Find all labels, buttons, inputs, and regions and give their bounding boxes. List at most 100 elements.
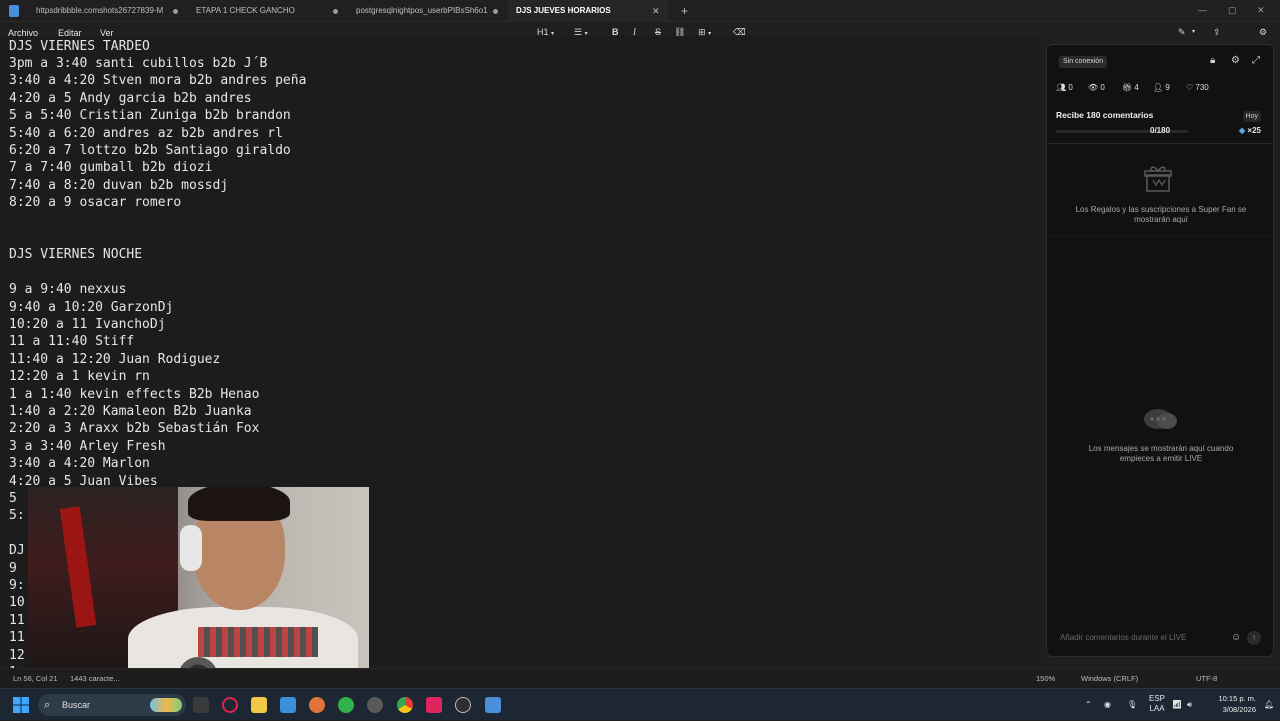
editor-line[interactable]: 5:40 a 6:20 andres az b2b andres rl <box>9 125 283 142</box>
store-app-icon[interactable] <box>280 697 296 713</box>
editor-line[interactable]: 7:40 a 8:20 duvan b2b mossdj <box>9 177 228 194</box>
windows-start-icon[interactable] <box>13 697 29 713</box>
close-icon[interactable]: ✕ <box>652 0 660 22</box>
chat-bubble-icon <box>1144 409 1177 429</box>
github-app-icon[interactable] <box>367 697 383 713</box>
tab-unsaved-dot[interactable] <box>493 9 498 14</box>
lock-icon[interactable]: 🔒︎ <box>1210 55 1215 67</box>
expand-icon[interactable]: ⤢ <box>1252 55 1260 67</box>
editor-line[interactable]: 2:20 a 3 Araxx b2b Sebastián Fox <box>9 420 259 437</box>
editor-line[interactable]: 4:20 a 5 Andy garcia b2b andres <box>9 90 252 107</box>
zoom-level[interactable]: 150% <box>1036 669 1055 689</box>
chevron-down-icon[interactable]: ▾ <box>1192 22 1195 42</box>
taskbar: ⌕ Buscar ⌃ ◉ 🎙︎ ESP LAA 📶︎ 🔊︎ 10:15 p. m… <box>0 688 1280 720</box>
editor-line[interactable]: 1 a 1:40 kevin effects B2b Henao <box>9 386 259 403</box>
tab-label: DJS JUEVES HORARIOS <box>516 6 611 15</box>
pen-icon[interactable]: ✎ <box>1178 22 1186 42</box>
tab-djs-jueves[interactable]: DJS JUEVES HORARIOS <box>508 0 668 22</box>
editor-line[interactable]: 10 <box>9 594 25 611</box>
language-indicator[interactable]: ESP LAA <box>1149 694 1165 714</box>
tab-label: httpsdribbble.comshots26727839-M <box>36 6 164 15</box>
search-highlight-image <box>150 698 182 712</box>
editor-line[interactable]: 3:40 a 4:20 Marlon <box>9 455 150 472</box>
stat-likes: ♡ 730 <box>1186 82 1209 94</box>
media-player-icon[interactable] <box>455 697 471 713</box>
editor-line[interactable]: 6:20 a 7 lottzo b2b Santiago giraldo <box>9 142 291 159</box>
wifi-icon[interactable]: 📶︎ <box>1172 689 1182 721</box>
settings-icon[interactable]: ⚙ <box>1231 55 1240 67</box>
editor-line[interactable]: 11 <box>9 629 25 646</box>
terminal-app-icon[interactable] <box>193 697 209 713</box>
cursor-position: Ln 56, Col 21 <box>13 674 58 683</box>
goal-multiplier-value: ×25 <box>1247 126 1261 135</box>
network-tray-icon[interactable]: ◉ <box>1104 689 1111 721</box>
search-label: Buscar <box>62 700 91 710</box>
microphone-icon[interactable]: 🎙︎ <box>1127 689 1137 721</box>
editor-line[interactable]: 7 a 7:40 gumball b2b diozi <box>9 159 213 176</box>
clock-time: 10:15 p. m. <box>1218 694 1256 703</box>
tiktok-app-icon[interactable] <box>426 697 442 713</box>
new-tab-button[interactable]: + <box>681 0 688 22</box>
tab-etapa[interactable]: ETAPA 1 CHECK GANCHO <box>188 0 338 22</box>
editor-line[interactable]: 11 <box>9 612 25 629</box>
clock[interactable]: 10:15 p. m. 3/08/2026 <box>1208 693 1256 715</box>
editor-line[interactable]: 5 <box>9 490 17 507</box>
webcam-shirt-print <box>198 627 318 657</box>
whatsapp-icon[interactable] <box>338 697 354 713</box>
notification-bell-icon[interactable]: 🔔︎ <box>1264 689 1274 721</box>
line-endings[interactable]: Windows (CRLF) <box>1081 669 1138 689</box>
editor-line[interactable]: 5 a 5:40 Cristian Zuniga b2b brandon <box>9 107 291 124</box>
editor-line[interactable]: 1:40 a 2:20 Kamaleon B2b Juanka <box>9 403 252 420</box>
offline-badge: Sin conexión <box>1059 56 1108 68</box>
emoji-icon[interactable]: ☺ <box>1231 632 1241 644</box>
notepad-app-icon[interactable] <box>485 697 501 713</box>
divider <box>1047 235 1273 236</box>
stat-users: 👥︎ 0 <box>1056 82 1073 94</box>
editor-line[interactable]: 8:20 a 9 osacar romero <box>9 194 181 211</box>
editor-line[interactable]: 9: <box>9 577 25 594</box>
editor-line[interactable]: DJS VIERNES TARDEO <box>9 38 150 55</box>
close-window-button[interactable]: ✕ <box>1257 0 1265 20</box>
editor-line[interactable]: 9:40 a 10:20 GarzonDj <box>9 299 173 316</box>
chevron-up-icon[interactable]: ⌃ <box>1085 689 1092 721</box>
stat-gifts: 🎁︎ 4 <box>1122 82 1139 94</box>
gift-box-icon <box>1144 166 1172 192</box>
goal-today-badge[interactable]: Hoy <box>1242 111 1261 122</box>
volume-icon[interactable]: 🔊︎ <box>1187 689 1192 721</box>
gear-icon[interactable]: ⚙ <box>1259 22 1267 42</box>
clock-date: 3/08/2026 <box>1222 705 1256 714</box>
editor-line[interactable]: 10:20 a 11 IvanchoDj <box>9 316 166 333</box>
editor-line[interactable]: 11 a 11:40 Stiff <box>9 333 134 350</box>
minimize-button[interactable]: — <box>1198 0 1207 20</box>
add-user-icon: 👤︎ <box>1153 83 1164 92</box>
app-sparkle-icon[interactable] <box>309 697 325 713</box>
editor-line[interactable]: 3:40 a 4:20 Stven mora b2b andres peña <box>9 72 306 89</box>
maximize-button[interactable]: ▢ <box>1228 0 1237 20</box>
status-bar: Ln 56, Col 21 1443 caracte... 150% Windo… <box>0 668 1280 688</box>
editor-line[interactable]: 9 a 9:40 nexxus <box>9 281 126 298</box>
encoding[interactable]: UTF-8 <box>1196 669 1217 689</box>
share-icon[interactable]: ⇪ <box>1213 22 1221 42</box>
stat-gifts-value: 4 <box>1134 83 1139 92</box>
editor-line[interactable]: DJS VIERNES NOCHE <box>9 246 142 263</box>
editor-line[interactable]: 3pm a 3:40 santi cubillos b2b J´B <box>9 55 267 72</box>
goal-count: 0/180 <box>1150 126 1171 135</box>
editor-line[interactable]: 12:20 a 1 kevin rn <box>9 368 150 385</box>
opera-app-icon[interactable] <box>222 697 238 713</box>
editor-line[interactable]: 12 <box>9 647 25 664</box>
send-button[interactable]: ↑ <box>1247 631 1261 645</box>
stat-likes-value: 730 <box>1195 83 1209 92</box>
chrome-icon[interactable] <box>397 697 413 713</box>
file-explorer-icon[interactable] <box>251 697 267 713</box>
editor-line[interactable]: DJ <box>9 542 25 559</box>
tab-postgresql[interactable]: postgresqlnightpos_userbPIBsSh6o1 <box>348 0 500 22</box>
editor-line[interactable]: 9 <box>9 560 17 577</box>
tab-unsaved-dot[interactable] <box>173 9 178 14</box>
editor-line[interactable]: 11:40 a 12:20 Juan Rodiguez <box>9 351 220 368</box>
live-panel: Sin conexión 🔒︎ ⚙ ⤢ 👥︎ 0 👁︎ 0 🎁︎ 4 👤︎ 9 … <box>1046 44 1274 657</box>
editor-line[interactable]: 5: <box>9 507 25 524</box>
editor-line[interactable]: 3 a 3:40 Arley Fresh <box>9 438 166 455</box>
tab-unsaved-dot[interactable] <box>333 9 338 14</box>
comment-input[interactable]: Añadir comentarios durante el LIVE <box>1060 632 1186 644</box>
character-count: 1443 caracte... <box>70 674 120 683</box>
